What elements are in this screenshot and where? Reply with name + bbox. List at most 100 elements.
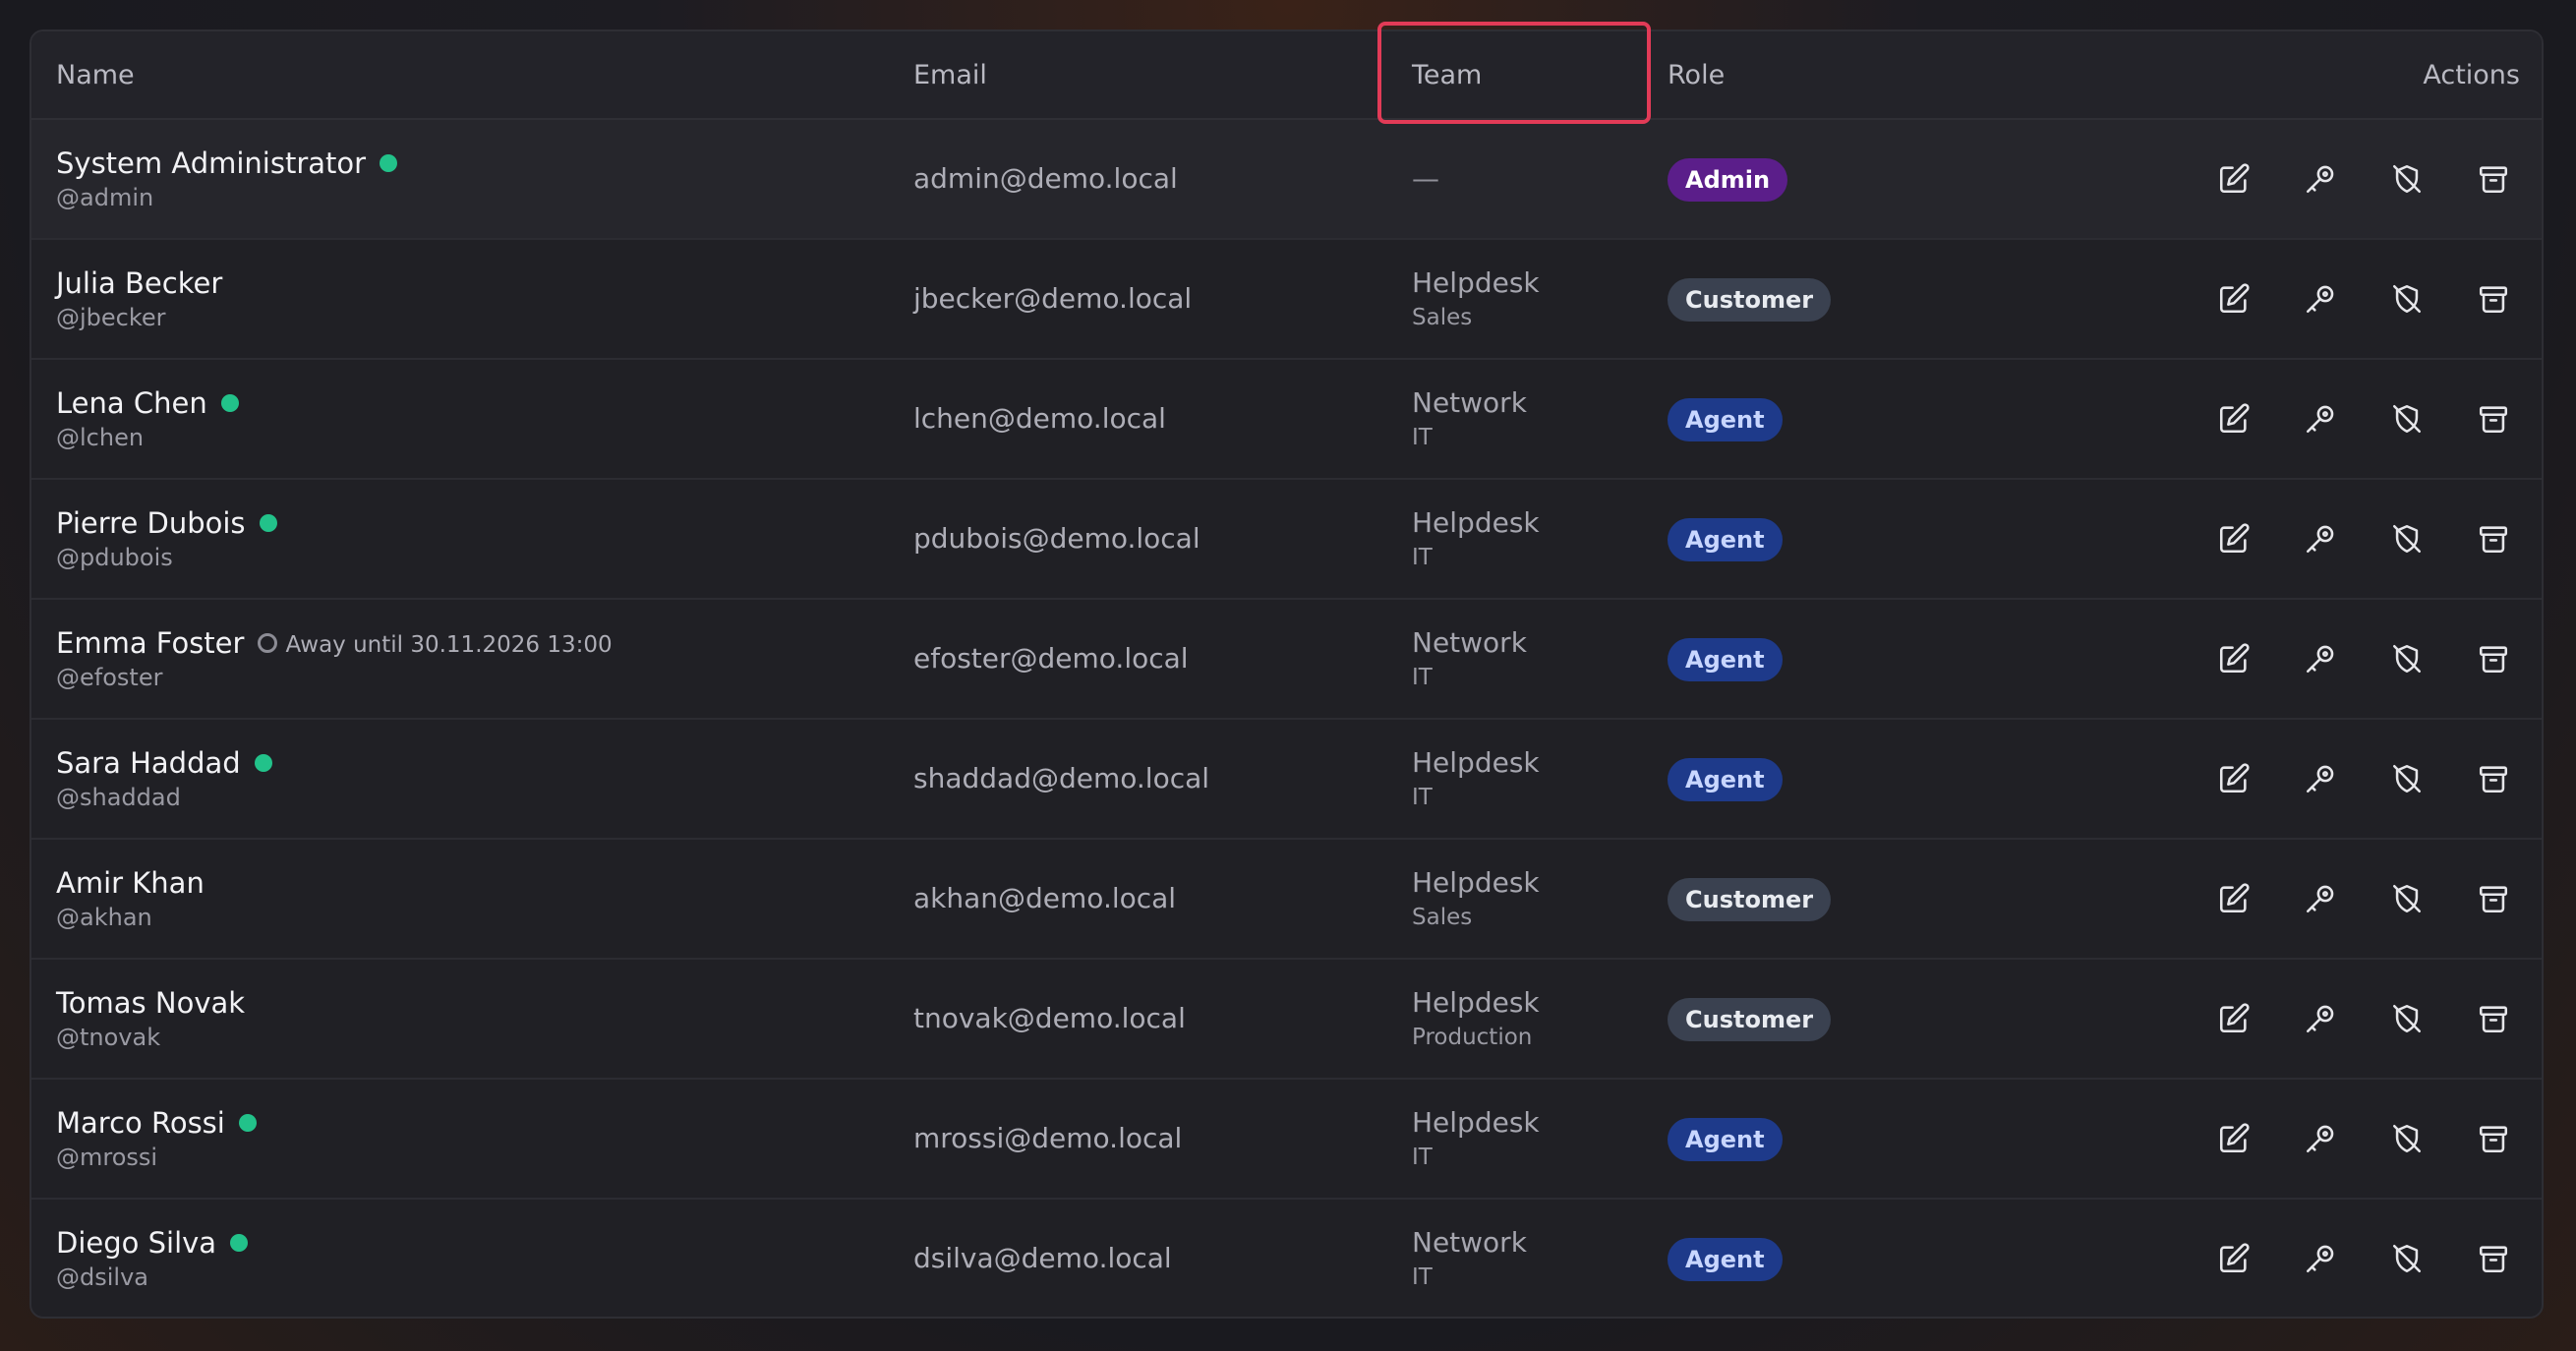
- user-handle: @admin: [56, 184, 154, 211]
- user-name-cell: Sara Haddad: [56, 746, 272, 780]
- table-row: Sara Haddad @shaddad shaddad@demo.local Hel…: [31, 720, 2542, 840]
- disable-shield-icon[interactable]: [2377, 149, 2436, 208]
- key-icon[interactable]: [2291, 749, 2350, 808]
- role-badge: Admin: [1668, 158, 1788, 202]
- away-status-icon: [258, 633, 278, 653]
- key-icon[interactable]: [2291, 389, 2350, 448]
- user-name-cell: Diego Silva: [56, 1226, 249, 1260]
- edit-icon[interactable]: [2204, 389, 2263, 448]
- key-icon[interactable]: [2291, 509, 2350, 568]
- key-icon[interactable]: [2291, 1109, 2350, 1168]
- column-header-actions: Actions: [2423, 60, 2520, 90]
- edit-icon[interactable]: [2204, 269, 2263, 328]
- user-name-cell: Tomas Novak: [56, 986, 245, 1020]
- key-icon[interactable]: [2291, 989, 2350, 1048]
- user-handle: @mrossi: [56, 1144, 158, 1171]
- user-handle: @dsilva: [56, 1263, 148, 1291]
- table-row: Pierre Dubois @pdubois pdubois@demo.local H…: [31, 480, 2542, 600]
- user-email: dsilva@demo.local: [913, 1242, 1172, 1274]
- role-badge: Agent: [1668, 398, 1783, 441]
- user-name-cell: Emma Foster Away until 30.11.2026 13:00: [56, 626, 613, 660]
- user-name[interactable]: Diego Silva: [56, 1226, 216, 1260]
- disable-shield-icon[interactable]: [2377, 869, 2436, 928]
- user-handle: @akhan: [56, 904, 152, 931]
- user-handle: @shaddad: [56, 784, 181, 811]
- role-badge: Agent: [1668, 1118, 1783, 1161]
- user-handle: @pdubois: [56, 544, 173, 571]
- user-name-cell: Lena Chen: [56, 386, 239, 420]
- role-badge: Agent: [1668, 518, 1783, 561]
- archive-icon[interactable]: [2464, 749, 2523, 808]
- edit-icon[interactable]: [2204, 989, 2263, 1048]
- user-email: shaddad@demo.local: [913, 762, 1210, 794]
- archive-icon[interactable]: [2464, 869, 2523, 928]
- user-name[interactable]: Pierre Dubois: [56, 506, 246, 540]
- team-name: Helpdesk: [1412, 746, 1540, 779]
- disable-shield-icon[interactable]: [2377, 1109, 2436, 1168]
- table-header: Name Email Team Role Actions: [31, 31, 2542, 120]
- user-name[interactable]: Amir Khan: [56, 866, 205, 900]
- edit-icon[interactable]: [2204, 749, 2263, 808]
- column-header-name[interactable]: Name: [56, 31, 135, 120]
- team-name: Helpdesk: [1412, 986, 1540, 1019]
- team-department: IT: [1412, 545, 1433, 570]
- archive-icon[interactable]: [2464, 629, 2523, 688]
- archive-icon[interactable]: [2464, 509, 2523, 568]
- edit-icon[interactable]: [2204, 1109, 2263, 1168]
- disable-shield-icon[interactable]: [2377, 749, 2436, 808]
- online-status-dot: [238, 1114, 257, 1132]
- user-name[interactable]: Julia Becker: [56, 266, 222, 300]
- key-icon[interactable]: [2291, 1229, 2350, 1288]
- edit-icon[interactable]: [2204, 509, 2263, 568]
- key-icon[interactable]: [2291, 629, 2350, 688]
- archive-icon[interactable]: [2464, 149, 2523, 208]
- key-icon[interactable]: [2291, 269, 2350, 328]
- disable-shield-icon[interactable]: [2377, 389, 2436, 448]
- edit-icon[interactable]: [2204, 1229, 2263, 1288]
- team-name: Helpdesk: [1412, 866, 1540, 899]
- online-status-dot: [380, 154, 398, 172]
- team-name: Helpdesk: [1412, 266, 1540, 299]
- edit-icon[interactable]: [2204, 869, 2263, 928]
- user-name-cell: System Administrator: [56, 147, 398, 180]
- table-row: Emma Foster Away until 30.11.2026 13:00 @e…: [31, 600, 2542, 720]
- archive-icon[interactable]: [2464, 1229, 2523, 1288]
- user-name[interactable]: Lena Chen: [56, 386, 207, 420]
- user-name-cell: Julia Becker: [56, 266, 222, 300]
- disable-shield-icon[interactable]: [2377, 1229, 2436, 1288]
- online-status-dot: [230, 1234, 249, 1252]
- edit-icon[interactable]: [2204, 149, 2263, 208]
- user-name[interactable]: Emma Foster: [56, 626, 244, 660]
- team-name: Helpdesk: [1412, 1106, 1540, 1139]
- team-name: —: [1412, 162, 1439, 195]
- user-email: tnovak@demo.local: [913, 1002, 1186, 1034]
- role-badge: Customer: [1668, 878, 1832, 921]
- table-row: Julia Becker @jbecker jbecker@demo.local He…: [31, 240, 2542, 360]
- users-table: Name Email Team Role Actions System Admi…: [29, 29, 2544, 1319]
- user-handle: @jbecker: [56, 304, 166, 331]
- edit-icon[interactable]: [2204, 629, 2263, 688]
- table-row: Diego Silva @dsilva dsilva@demo.local Netwo…: [31, 1200, 2542, 1317]
- disable-shield-icon[interactable]: [2377, 629, 2436, 688]
- role-badge: Agent: [1668, 638, 1783, 681]
- team-department: Sales: [1412, 905, 1473, 930]
- key-icon[interactable]: [2291, 869, 2350, 928]
- team-department: Production: [1412, 1025, 1533, 1050]
- online-status-dot: [259, 514, 277, 532]
- column-header-email[interactable]: Email: [913, 31, 987, 120]
- disable-shield-icon[interactable]: [2377, 509, 2436, 568]
- user-name[interactable]: Sara Haddad: [56, 746, 241, 780]
- column-header-role[interactable]: Role: [1668, 31, 1725, 120]
- archive-icon[interactable]: [2464, 269, 2523, 328]
- user-name[interactable]: Marco Rossi: [56, 1106, 225, 1140]
- user-name[interactable]: Tomas Novak: [56, 986, 245, 1020]
- archive-icon[interactable]: [2464, 1109, 2523, 1168]
- key-icon[interactable]: [2291, 149, 2350, 208]
- archive-icon[interactable]: [2464, 989, 2523, 1048]
- disable-shield-icon[interactable]: [2377, 989, 2436, 1048]
- user-name[interactable]: System Administrator: [56, 147, 366, 180]
- team-name: Network: [1412, 626, 1527, 659]
- archive-icon[interactable]: [2464, 389, 2523, 448]
- team-name: Network: [1412, 386, 1527, 419]
- disable-shield-icon[interactable]: [2377, 269, 2436, 328]
